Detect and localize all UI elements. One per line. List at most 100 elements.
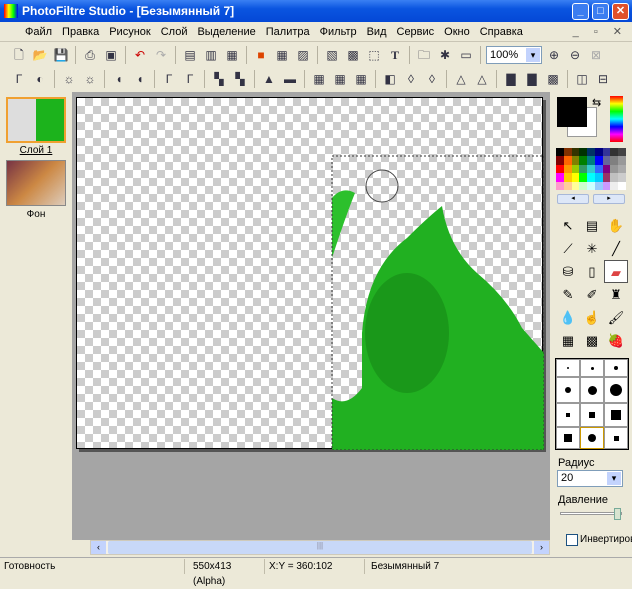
brightness-plus-icon[interactable]: ☼: [81, 70, 99, 88]
gamma-plus-icon[interactable]: Γ: [181, 70, 199, 88]
palette-swatch[interactable]: [587, 181, 595, 190]
grid-dark-icon[interactable]: ▦: [310, 70, 328, 88]
menu-item[interactable]: Рисунок: [104, 26, 156, 38]
save-icon[interactable]: 💾: [52, 46, 70, 64]
text-icon[interactable]: T: [386, 46, 404, 64]
palette-swatch[interactable]: [579, 156, 588, 165]
palette-swatch[interactable]: [602, 181, 611, 190]
brush-shape[interactable]: [604, 403, 628, 427]
layer-thumbnail-1[interactable]: [6, 97, 66, 143]
new-icon[interactable]: 🗋: [10, 46, 28, 64]
palette-swatch[interactable]: [587, 148, 595, 157]
line-tool-icon[interactable]: ╱: [604, 237, 628, 260]
rainbow-icon[interactable]: ▇: [502, 70, 520, 88]
palette-swatch[interactable]: [556, 156, 564, 165]
grid-green-icon[interactable]: ▦: [352, 70, 370, 88]
menu-item[interactable]: Слой: [156, 26, 193, 38]
drop-icon[interactable]: ◊: [402, 70, 420, 88]
palette-swatch[interactable]: [618, 164, 626, 174]
zoom-select[interactable]: 100%: [486, 46, 542, 64]
magic-wand-icon[interactable]: ✳: [580, 237, 604, 260]
brush-shape[interactable]: [604, 427, 628, 449]
menu-item[interactable]: Вид: [362, 26, 392, 38]
brush-shape[interactable]: [580, 359, 604, 377]
palette-prev-button[interactable]: ◂: [557, 194, 589, 204]
gamma-minus-icon[interactable]: Γ: [160, 70, 178, 88]
palette-swatch[interactable]: [594, 148, 603, 157]
blur-icon[interactable]: 💧: [556, 306, 580, 329]
redo-icon[interactable]: ↷: [152, 46, 170, 64]
scroll-right-button[interactable]: ›: [534, 541, 549, 554]
palette-swatch[interactable]: [563, 173, 572, 182]
minimize-button[interactable]: _: [572, 3, 589, 20]
contrast-minus-icon[interactable]: ◖: [110, 70, 128, 88]
horizontal-scrollbar[interactable]: ‹ ||| ›: [90, 540, 550, 555]
flip-h-icon[interactable]: ◫: [573, 70, 591, 88]
scroll-thumb[interactable]: |||: [108, 541, 532, 554]
maximize-button[interactable]: □: [592, 3, 609, 20]
palette-swatch[interactable]: [594, 156, 603, 165]
palette-swatch[interactable]: [571, 173, 580, 182]
color-palette[interactable]: [556, 148, 626, 190]
sharpen-icon[interactable]: △: [452, 70, 470, 88]
palette-swatch[interactable]: [602, 148, 611, 157]
palette-swatch[interactable]: [563, 164, 572, 174]
texture-icon[interactable]: ▩: [544, 70, 562, 88]
image-icon[interactable]: ▨: [294, 46, 312, 64]
fill-bucket-icon[interactable]: ⛁: [556, 260, 580, 283]
palette-swatch[interactable]: [594, 181, 603, 190]
layer-thumbnail-2[interactable]: [6, 160, 66, 206]
brush-shape[interactable]: [580, 427, 604, 449]
brightness-minus-icon[interactable]: ☼: [60, 70, 78, 88]
plugins-icon[interactable]: ✱: [436, 46, 454, 64]
menu-item[interactable]: Фильтр: [315, 26, 362, 38]
explorer-icon[interactable]: 🗀: [415, 46, 433, 64]
palette-swatch[interactable]: [610, 164, 619, 174]
palette-swatch[interactable]: [610, 156, 619, 165]
brush-shape[interactable]: [580, 403, 604, 427]
palette-swatch[interactable]: [579, 164, 588, 174]
pointer-tool-icon[interactable]: ↖: [556, 214, 580, 237]
palette-swatch[interactable]: [556, 164, 564, 174]
palette-swatch[interactable]: [563, 156, 572, 165]
menu-item[interactable]: Окно: [439, 26, 475, 38]
spray-icon[interactable]: ▯: [580, 260, 604, 283]
fit-icon[interactable]: ⊠: [587, 46, 605, 64]
color-spectrum[interactable]: [610, 96, 623, 142]
swap-colors-icon[interactable]: ⇆: [592, 96, 601, 109]
palette-swatch[interactable]: [602, 156, 611, 165]
palette-swatch[interactable]: [571, 164, 580, 174]
scan-icon[interactable]: ▣: [102, 46, 120, 64]
pressure-slider-thumb[interactable]: [614, 508, 622, 520]
zoom-in-icon[interactable]: ⊕: [545, 46, 563, 64]
half-icon[interactable]: ◧: [381, 70, 399, 88]
pressure-slider[interactable]: [560, 508, 622, 520]
histogram-icon[interactable]: ▲: [260, 70, 278, 88]
menu-item[interactable]: Сервис: [392, 26, 440, 38]
sharpen-more-icon[interactable]: △: [473, 70, 491, 88]
mdi-controls[interactable]: _ ▫ ✕: [573, 25, 628, 38]
foreground-color-swatch[interactable]: [557, 97, 587, 127]
palette-swatch[interactable]: [556, 181, 564, 190]
palette-swatch[interactable]: [610, 173, 619, 182]
palette-swatch[interactable]: [618, 173, 626, 182]
gradient-blue-icon[interactable]: ▇: [523, 70, 541, 88]
brush-shape[interactable]: [604, 377, 628, 403]
gradient-icon[interactable]: ■: [252, 46, 270, 64]
menu-item[interactable]: Выделение: [192, 26, 260, 38]
palette-swatch[interactable]: [602, 164, 611, 174]
auto-level-icon[interactable]: ◐: [31, 70, 49, 88]
resize-icon[interactable]: ▧: [323, 46, 341, 64]
layer-name-2[interactable]: Фон: [0, 209, 72, 220]
brush-shape[interactable]: [556, 377, 580, 403]
contrast-plus-icon[interactable]: ◖: [131, 70, 149, 88]
smudge-icon[interactable]: ☝: [580, 306, 604, 329]
drop-double-icon[interactable]: ◊: [423, 70, 441, 88]
advanced-brush-icon[interactable]: ✐: [580, 283, 604, 306]
color-balance-icon[interactable]: ▬: [281, 70, 299, 88]
stamp-icon[interactable]: ♜: [604, 283, 628, 306]
palette-swatch[interactable]: [579, 181, 588, 190]
menu-item[interactable]: Палитра: [261, 26, 315, 38]
brush-shape[interactable]: [604, 359, 628, 377]
saturation-minus-icon[interactable]: ▚: [210, 70, 228, 88]
